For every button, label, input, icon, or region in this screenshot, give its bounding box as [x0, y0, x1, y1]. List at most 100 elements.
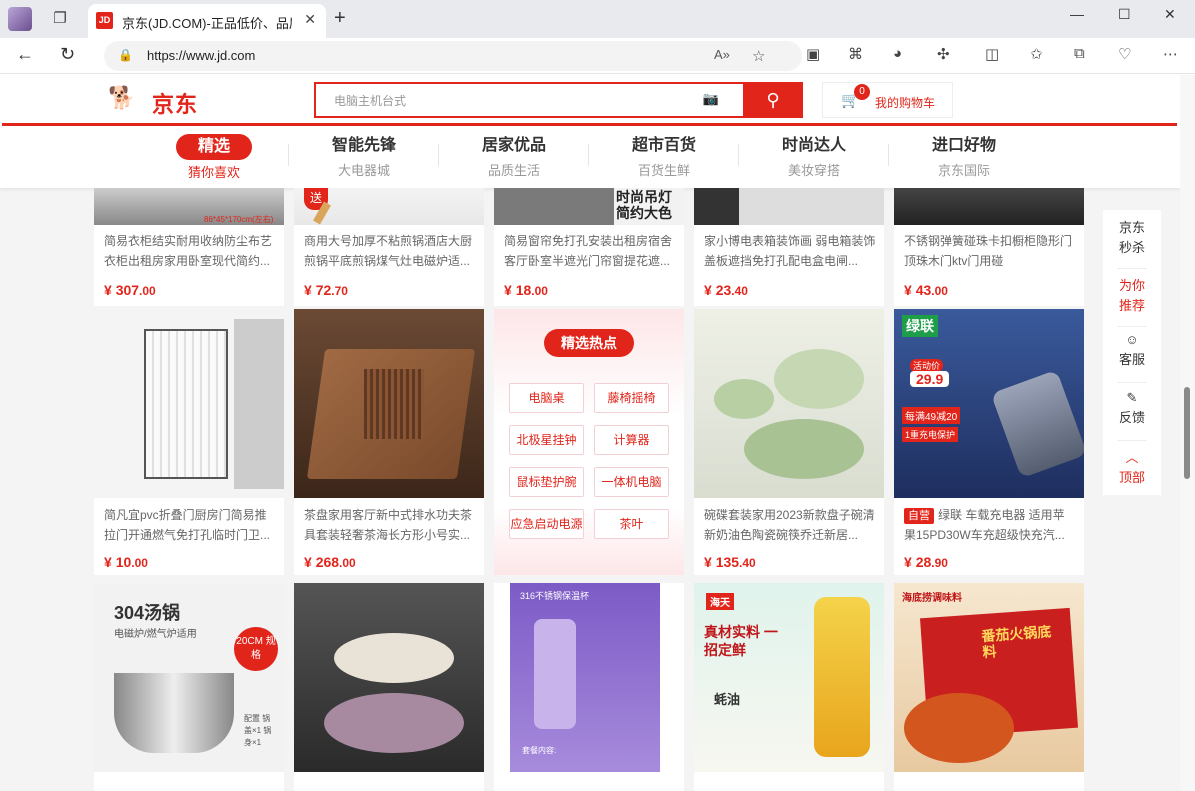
price-dec: .00: [139, 284, 156, 298]
back-arrow-icon[interactable]: ←: [16, 44, 34, 65]
product-price: ¥ 23.40: [704, 282, 748, 298]
feedback-pencil-icon: ✎: [1126, 390, 1138, 405]
profile-avatar[interactable]: [8, 7, 32, 31]
workspaces-icon[interactable]: ❐: [50, 9, 70, 29]
category-tabs: 精选 猜你喜欢 智能先锋 大电器城 居家优品 品质生活 超市百货 百货生鲜 时尚…: [0, 126, 1180, 188]
sidebar-feedback[interactable]: ✎ 反馈: [1103, 388, 1161, 428]
hot-topic-link[interactable]: 应急启动电源: [509, 509, 584, 539]
product-image: 时尚吊灯 简约大色: [494, 188, 684, 225]
close-tab-icon[interactable]: ✕: [304, 11, 316, 28]
product-card[interactable]: [294, 583, 484, 791]
lock-icon[interactable]: 🔒: [118, 48, 133, 62]
tab-jingxuan[interactable]: 精选 猜你喜欢: [139, 134, 289, 181]
sidebar-top-label: 顶部: [1118, 470, 1145, 485]
product-card[interactable]: 送 商用大号加厚不粘煎锅酒店大厨煎锅平底煎锅煤气灶电磁炉适... ¥ 72.70: [294, 188, 484, 306]
price-int: 28: [915, 554, 932, 570]
favorites-icon[interactable]: ✩: [1030, 45, 1043, 63]
tab-smart[interactable]: 智能先锋 大电器城: [289, 134, 439, 179]
extension-avatar-icon[interactable]: ◕: [893, 45, 902, 62]
service-icon: ☺: [1125, 332, 1139, 347]
hot-topic-link[interactable]: 一体机电脑: [594, 467, 669, 497]
tab-sub-label: 美妆穿搭: [787, 163, 840, 178]
product-title: 自营 绿联 车载充电器 适用苹果15PD30W车充超级快充汽...: [904, 505, 1076, 545]
product-image: [694, 309, 884, 498]
minimize-icon[interactable]: —: [1070, 6, 1084, 22]
scrollbar-thumb[interactable]: [1184, 387, 1190, 479]
maximize-icon[interactable]: ☐: [1118, 6, 1131, 23]
product-card[interactable]: 家小博电表箱装饰画 弱电箱装饰盖板遮挡免打孔配电盒电闸... ¥ 23.40: [694, 188, 884, 306]
dish-shape: [744, 419, 864, 479]
page-scrollbar[interactable]: [1180, 75, 1195, 791]
sidebar-service-label: 客服: [1118, 352, 1145, 367]
product-image: [694, 188, 884, 225]
sidebar-top[interactable]: ︿ 顶部: [1103, 448, 1161, 488]
tab-import[interactable]: 进口好物 京东国际: [889, 134, 1039, 179]
new-tab-icon[interactable]: +: [334, 7, 346, 30]
split-screen-icon[interactable]: ◫: [985, 45, 999, 63]
health-icon[interactable]: ♡: [1118, 45, 1131, 63]
hot-topic-link[interactable]: 藤椅摇椅: [594, 383, 669, 413]
image-headline: 真材实料 一招定鲜: [704, 624, 778, 658]
search-button[interactable]: ⚲: [743, 82, 803, 118]
product-card[interactable]: 海底捞调味料 番茄火锅底料: [894, 583, 1084, 791]
address-bar-row: ← ↻ 🔒 https://www.jd.com A» ☆ ▣ ⌘ ◕ ✣ ◫ …: [0, 38, 1195, 74]
cart-button[interactable]: 🛒 0 我的购物车: [822, 82, 953, 118]
product-card[interactable]: 时尚吊灯 简约大色 简易窗帘免打孔安装出租房宿舍客厅卧室半遮光门帘窗提花遮...…: [494, 188, 684, 306]
tab-sub-label: 猜你喜欢: [187, 165, 240, 180]
close-window-icon[interactable]: ✕: [1164, 6, 1176, 23]
product-card[interactable]: 304汤锅 电磁炉/燃气炉适用 20CM 规格 配置 锅盖×1 锅身×1: [94, 583, 284, 791]
url-text[interactable]: https://www.jd.com: [147, 48, 255, 63]
price-dec: .00: [531, 284, 548, 298]
product-image: 海天 真材实料 一招定鲜 蚝油: [694, 583, 884, 772]
tab-main-label: 进口好物: [931, 137, 996, 154]
extension-icon[interactable]: ▣: [806, 45, 820, 63]
search-box[interactable]: 电脑主机台式 📷 ⚲: [314, 82, 803, 118]
product-image: 送: [294, 188, 484, 225]
collections-icon[interactable]: ⧉: [1074, 45, 1085, 62]
tab-home[interactable]: 居家优品 品质生活: [439, 134, 589, 179]
tray-grill-shape: [364, 369, 424, 439]
hot-topic-link[interactable]: 北极星挂钟: [509, 425, 584, 455]
logo-text: 京东: [152, 92, 199, 117]
product-price: ¥ 135.40: [704, 554, 756, 570]
tab-supermarket[interactable]: 超市百货 百货生鲜: [589, 134, 739, 179]
product-card[interactable]: 简凡宜pvc折叠门厨房门简易推拉门开通燃气免打孔临时门卫... ¥ 10.00: [94, 309, 284, 575]
hot-topic-link[interactable]: 电脑桌: [509, 383, 584, 413]
product-price: ¥ 268.00: [304, 554, 356, 570]
image-note: 套餐内容:: [522, 746, 557, 755]
sidebar-service[interactable]: ☺ 客服: [1103, 330, 1161, 370]
read-aloud-icon[interactable]: A»: [714, 47, 730, 62]
pot-shape: [114, 673, 234, 753]
favorite-star-icon[interactable]: ☆: [752, 47, 765, 65]
tab-fashion[interactable]: 时尚达人 美妆穿搭: [739, 134, 889, 179]
product-card[interactable]: 不锈钢弹簧碰珠卡扣橱柜隐形门顶珠木门ktv门用碰 ¥ 43.00: [894, 188, 1084, 306]
camera-search-icon[interactable]: 📷: [703, 91, 719, 107]
price-int: 135: [715, 554, 740, 570]
extension-tree-icon[interactable]: ⌘: [848, 45, 863, 63]
hot-topic-link[interactable]: 计算器: [594, 425, 669, 455]
product-card[interactable]: 316不锈钢保温杯 套餐内容:: [494, 583, 684, 791]
extensions-puzzle-icon[interactable]: ✣: [937, 45, 950, 63]
product-card[interactable]: 海天 真材实料 一招定鲜 蚝油: [694, 583, 884, 791]
sidebar-seckill[interactable]: 京东秒杀: [1103, 218, 1161, 258]
promo-discount: 每满49减20: [902, 407, 961, 424]
product-card[interactable]: 86*45*170cm(左右) 简易衣柜结实耐用收纳防尘布艺衣柜出租房家用卧室现…: [94, 188, 284, 306]
promo-protect: 1重充电保护: [902, 427, 959, 442]
jd-page: 🐕 京东 电脑主机台式 📷 ⚲ 🛒 0 我的购物车 精选 猜你喜欢 智能先锋 大…: [0, 75, 1195, 791]
product-image: [294, 583, 484, 772]
bottle-shape: [534, 619, 576, 729]
price-int: 72: [315, 282, 332, 298]
search-input[interactable]: 电脑主机台式: [334, 92, 406, 109]
url-box[interactable]: 🔒 https://www.jd.com A» ☆: [104, 41, 802, 71]
sidebar-feedback-label: 反馈: [1118, 410, 1145, 425]
hot-topic-link[interactable]: 鼠标垫护腕: [509, 467, 584, 497]
hot-topic-link[interactable]: 茶叶: [594, 509, 669, 539]
browser-tab[interactable]: JD 京东(JD.COM)-正品低价、品质保障 ✕: [88, 4, 326, 38]
product-card[interactable]: 绿联 活动价 29.9 每满49减20 1重充电保护 自营 绿联 车载充电器 适用…: [894, 309, 1084, 575]
more-menu-icon[interactable]: ⋯: [1163, 45, 1178, 63]
tab-sub-label: 品质生活: [487, 163, 540, 178]
product-card[interactable]: 碗碟套装家用2023新款盘子碗清新奶油色陶瓷碗筷乔迁新居... ¥ 135.40: [694, 309, 884, 575]
refresh-icon[interactable]: ↻: [60, 44, 75, 65]
sidebar-recommend[interactable]: 为你推荐: [1103, 276, 1161, 316]
product-card[interactable]: 茶盘家用客厅新中式排水功夫茶具套装轻奢茶海长方形小号实... ¥ 268.00: [294, 309, 484, 575]
